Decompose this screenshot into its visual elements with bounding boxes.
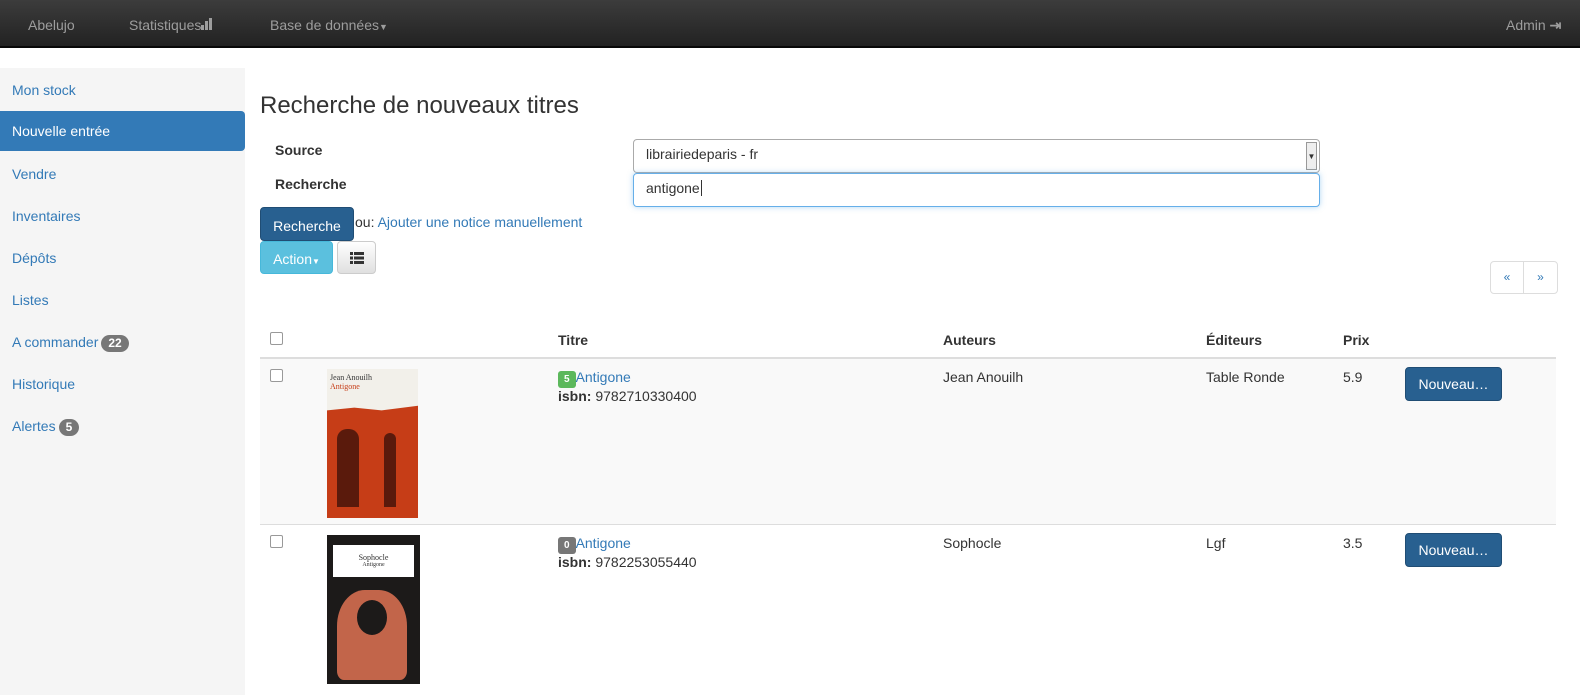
price: 5.9: [1343, 357, 1405, 524]
title-link[interactable]: Antigone: [576, 535, 631, 551]
or-text: ou:: [355, 214, 375, 230]
sidebar-item-label: Inventaires: [12, 208, 81, 224]
list-view-button[interactable]: [337, 241, 376, 274]
row-checkbox[interactable]: [270, 369, 283, 382]
nav-brand[interactable]: Abelujo: [28, 17, 75, 33]
source-value: librairiedeparis - fr: [646, 146, 759, 162]
sidebar-item-label: Mon stock: [12, 82, 76, 98]
header-authors: Auteurs: [943, 322, 1206, 359]
next-page-button[interactable]: »: [1524, 262, 1557, 293]
sidebar: Mon stock Nouvelle entrée Vendre Inventaire…: [0, 68, 245, 695]
select-all-checkbox[interactable]: [270, 331, 283, 345]
search-label: Recherche: [275, 176, 347, 192]
navbar: Abelujo Statistiques Base de données▼ Ad…: [0, 0, 1580, 48]
prev-page-button[interactable]: «: [1491, 262, 1524, 293]
publisher: Lgf: [1206, 523, 1343, 694]
stock-count-badge: 5: [558, 371, 576, 388]
dropdown-arrow-icon: ▼: [1306, 142, 1317, 170]
action-dropdown-button[interactable]: Action▼: [260, 241, 333, 274]
sidebar-item-listes[interactable]: Listes: [0, 278, 245, 320]
sidebar-item-mon-stock[interactable]: Mon stock: [0, 68, 245, 110]
list-icon: [349, 252, 364, 264]
sidebar-item-label: Historique: [12, 376, 76, 392]
caret-icon: ▼: [378, 22, 388, 32]
sidebar-item-label: Vendre: [12, 166, 57, 182]
sidebar-item-nouvelle-entrée[interactable]: Nouvelle entrée: [0, 111, 245, 151]
caret-icon: ▼: [312, 257, 320, 266]
bar-chart-icon: [201, 18, 213, 30]
count-badge: 5: [58, 419, 80, 436]
sidebar-item-dépôts[interactable]: Dépôts: [0, 236, 245, 278]
sidebar-item-label: Nouvelle entrée: [12, 123, 111, 139]
page-title: Recherche de nouveaux titres: [260, 92, 579, 119]
pagination: « »: [1490, 261, 1558, 294]
sidebar-item-label: A commander: [12, 334, 99, 350]
price: 3.5: [1343, 523, 1405, 694]
sidebar-item-label: Listes: [12, 292, 49, 308]
source-select[interactable]: librairiedeparis - fr ▼: [633, 139, 1320, 173]
header-price: Prix: [1343, 322, 1405, 359]
sidebar-item-alertes[interactable]: Alertes 5: [0, 404, 245, 446]
sidebar-item-inventaires[interactable]: Inventaires: [0, 194, 245, 236]
add-manual-notice-link[interactable]: Ajouter une notice manuellement: [378, 214, 583, 230]
author: Jean Anouilh: [943, 357, 1206, 524]
publisher: Table Ronde: [1206, 357, 1343, 524]
isbn-label: isbn:: [558, 388, 592, 404]
search-value: antigone: [646, 180, 700, 196]
isbn-label: isbn:: [558, 553, 592, 570]
sidebar-item-label: Dépôts: [12, 250, 57, 266]
table-row: Jean Anouilh Antigone 5 Antigone isbn: 9782…: [260, 357, 1556, 524]
nav-database-dropdown[interactable]: Base de données▼: [270, 17, 388, 33]
nav-admin[interactable]: Admin ⇥: [1506, 17, 1561, 34]
book-cover-image: Jean Anouilh Antigone: [327, 369, 418, 518]
header-title: Titre: [558, 322, 943, 359]
stock-count-badge: 0: [558, 536, 576, 554]
results-table: Titre Auteurs Éditeurs Prix Jean Anouilh…: [260, 322, 1556, 694]
sidebar-item-historique[interactable]: Historique: [0, 362, 245, 404]
search-input[interactable]: antigone: [633, 173, 1320, 207]
row-checkbox[interactable]: [270, 534, 283, 548]
header-publishers: Éditeurs: [1206, 322, 1343, 359]
nav-statistics[interactable]: Statistiques: [129, 17, 214, 33]
sidebar-item-vendre[interactable]: Vendre: [0, 152, 245, 194]
source-label: Source: [275, 142, 323, 158]
isbn-value: 9782253055440: [595, 553, 697, 570]
logout-icon: ⇥: [1549, 17, 1562, 33]
table-row: Sophocle Antigone 0 Antigone isbn: 97822530…: [260, 523, 1556, 694]
sidebar-item-a-commander[interactable]: A commander 22: [0, 320, 245, 362]
count-badge: 22: [101, 335, 129, 352]
search-button[interactable]: Recherche: [260, 207, 354, 241]
author: Sophocle: [943, 523, 1206, 694]
title-link[interactable]: Antigone: [576, 369, 631, 385]
new-entry-button[interactable]: Nouveau…: [1405, 367, 1502, 401]
new-entry-button[interactable]: Nouveau…: [1405, 532, 1502, 567]
isbn-value: 9782710330400: [595, 388, 697, 404]
sidebar-item-label: Alertes: [12, 418, 56, 434]
book-cover-image: Sophocle Antigone: [327, 534, 420, 684]
